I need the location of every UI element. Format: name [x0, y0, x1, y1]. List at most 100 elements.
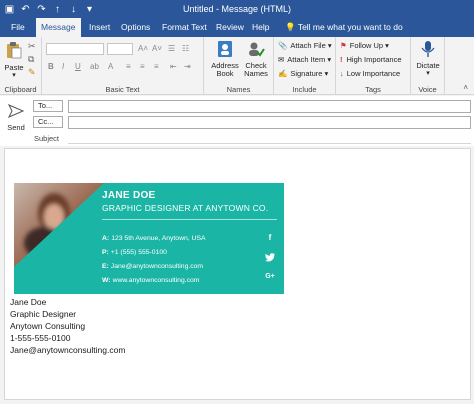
- collapse-ribbon-icon[interactable]: ˄: [463, 83, 468, 92]
- to-field[interactable]: [68, 100, 471, 113]
- send-icon: [7, 104, 25, 118]
- address-label: A:: [102, 235, 110, 242]
- address-value: 123 5th Avenue, Anytown, USA: [111, 235, 206, 242]
- to-button[interactable]: To...: [33, 100, 63, 112]
- subject-field[interactable]: [68, 132, 471, 144]
- paste-dropdown-icon[interactable]: ▾: [3, 72, 25, 80]
- signature-email[interactable]: E: Jane@anytownconsulting.com: [102, 263, 203, 270]
- plain-company: Anytown Consulting: [10, 321, 86, 331]
- highlight-icon[interactable]: ab: [90, 62, 99, 71]
- italic-icon[interactable]: I: [62, 62, 64, 71]
- email-label: E:: [102, 263, 109, 270]
- group-voice: Dictate ▾ Voice: [411, 37, 445, 95]
- underline-icon[interactable]: U: [75, 62, 81, 71]
- attach-item-label: Attach Item: [287, 55, 326, 64]
- paperclip-icon: 📎: [278, 41, 288, 50]
- align-left-icon[interactable]: ≡: [126, 62, 131, 71]
- address-book-label: Address Book: [211, 61, 239, 78]
- tab-options[interactable]: Options: [116, 18, 155, 37]
- group-label-clipboard: Clipboard: [4, 85, 37, 94]
- increase-indent-icon[interactable]: ⇥: [184, 62, 191, 71]
- bullets-icon[interactable]: ☰: [168, 44, 175, 53]
- plain-email[interactable]: Jane@anytownconsulting.com: [10, 344, 125, 356]
- low-importance-label: Low Importance: [346, 69, 401, 78]
- follow-up-button[interactable]: ⚑ Follow Up ▾: [340, 41, 389, 50]
- signature-website[interactable]: W: www.anytownconsulting.com: [102, 277, 199, 284]
- tab-review[interactable]: Review: [211, 18, 249, 37]
- dictate-label: Dictate: [416, 61, 440, 70]
- bold-icon[interactable]: B: [48, 62, 54, 71]
- microphone-icon: [421, 41, 435, 57]
- address-book-button[interactable]: Address Book: [210, 40, 240, 78]
- align-center-icon[interactable]: ≡: [140, 62, 145, 71]
- check-names-button[interactable]: Check Names: [242, 40, 270, 78]
- group-clipboard: Paste ▾ ✂ ⧉ ✎ Clipboard: [0, 37, 42, 95]
- group-label-include: Include: [292, 85, 317, 94]
- cc-field[interactable]: [68, 116, 471, 129]
- web-label: W:: [102, 277, 111, 284]
- send-button[interactable]: Send: [4, 100, 28, 140]
- tab-insert[interactable]: Insert: [84, 18, 115, 37]
- signature-phone: P: +1 (555) 555-0100: [102, 249, 167, 256]
- twitter-icon[interactable]: [265, 253, 275, 262]
- signature-label: Signature: [290, 69, 323, 78]
- tab-file[interactable]: File: [6, 18, 30, 37]
- attach-file-label: Attach File: [290, 41, 326, 50]
- chevron-down-icon[interactable]: ▾: [414, 70, 442, 78]
- decrease-indent-icon[interactable]: ⇤: [170, 62, 177, 71]
- tab-message[interactable]: Message: [36, 18, 81, 37]
- signature-icon: ✍: [278, 69, 288, 78]
- shrink-font-icon[interactable]: A˅: [152, 44, 162, 53]
- group-label-basic-text: Basic Text: [105, 85, 140, 94]
- envelope-icon: ✉: [278, 55, 285, 64]
- attach-file-button[interactable]: 📎 Attach File ▾: [278, 41, 332, 50]
- exclamation-icon: !: [340, 55, 343, 64]
- facebook-icon[interactable]: f: [265, 233, 275, 242]
- google-plus-icon[interactable]: G+: [265, 273, 275, 280]
- window-title: Untitled - Message (HTML): [182, 4, 292, 14]
- ribbon-tabs: File Message Insert Options Format Text …: [0, 17, 474, 37]
- email-value[interactable]: Jane@anytownconsulting.com: [111, 263, 203, 270]
- attach-item-button[interactable]: ✉ Attach Item ▾: [278, 55, 331, 64]
- subject-label: Subject: [34, 134, 60, 143]
- paste-label: Paste: [4, 63, 24, 72]
- group-label-voice: Voice: [418, 85, 437, 94]
- low-importance-button[interactable]: ↓ Low Importance: [340, 69, 400, 78]
- font-name-combo[interactable]: [46, 43, 104, 55]
- plain-signature: Jane Doe Graphic Designer Anytown Consul…: [10, 296, 125, 356]
- group-names: Address Book Check Names Names: [204, 37, 274, 95]
- plain-name: Jane Doe: [10, 297, 47, 307]
- tell-me-label: Tell me what you want to do: [297, 22, 403, 32]
- signature-button[interactable]: ✍ Signature ▾: [278, 69, 328, 78]
- cut-icon[interactable]: ✂: [28, 41, 36, 52]
- chevron-down-icon: ▾: [325, 41, 332, 50]
- signature-card: JANE DOE GRAPHIC DESIGNER AT ANYTOWN CO.…: [14, 183, 284, 294]
- message-body[interactable]: JANE DOE GRAPHIC DESIGNER AT ANYTOWN CO.…: [4, 148, 471, 400]
- paste-button[interactable]: Paste ▾: [3, 40, 25, 80]
- lightbulb-icon: 💡: [285, 22, 296, 32]
- dictate-button[interactable]: Dictate ▾: [414, 40, 442, 78]
- signature-title: GRAPHIC DESIGNER AT ANYTOWN CO.: [102, 203, 269, 213]
- font-color-icon[interactable]: A: [108, 62, 113, 71]
- copy-icon[interactable]: ⧉: [28, 54, 34, 65]
- group-label-tags: Tags: [365, 85, 381, 94]
- high-importance-button[interactable]: ! High Importance: [340, 55, 402, 64]
- grow-font-icon[interactable]: A˄: [138, 44, 148, 53]
- signature-divider: [102, 219, 277, 220]
- tab-format-text[interactable]: Format Text: [157, 18, 212, 37]
- tell-me-search[interactable]: 💡 Tell me what you want to do: [280, 18, 408, 37]
- tab-help[interactable]: Help: [247, 18, 274, 37]
- format-painter-icon[interactable]: ✎: [28, 67, 36, 78]
- align-right-icon[interactable]: ≡: [154, 62, 159, 71]
- signature-address: A: 123 5th Avenue, Anytown, USA: [102, 235, 206, 242]
- numbering-icon[interactable]: ☷: [182, 44, 189, 53]
- paste-icon: [7, 42, 22, 59]
- font-size-combo[interactable]: [107, 43, 133, 55]
- signature-name: JANE DOE: [102, 190, 156, 201]
- group-label-names: Names: [226, 85, 251, 94]
- plain-phone: 1-555-555-0100: [10, 333, 71, 343]
- address-book-icon: [218, 41, 232, 57]
- group-include: 📎 Attach File ▾ ✉ Attach Item ▾ ✍ Signat…: [274, 37, 336, 95]
- web-value[interactable]: www.anytownconsulting.com: [113, 277, 200, 284]
- cc-button[interactable]: Cc...: [33, 116, 63, 128]
